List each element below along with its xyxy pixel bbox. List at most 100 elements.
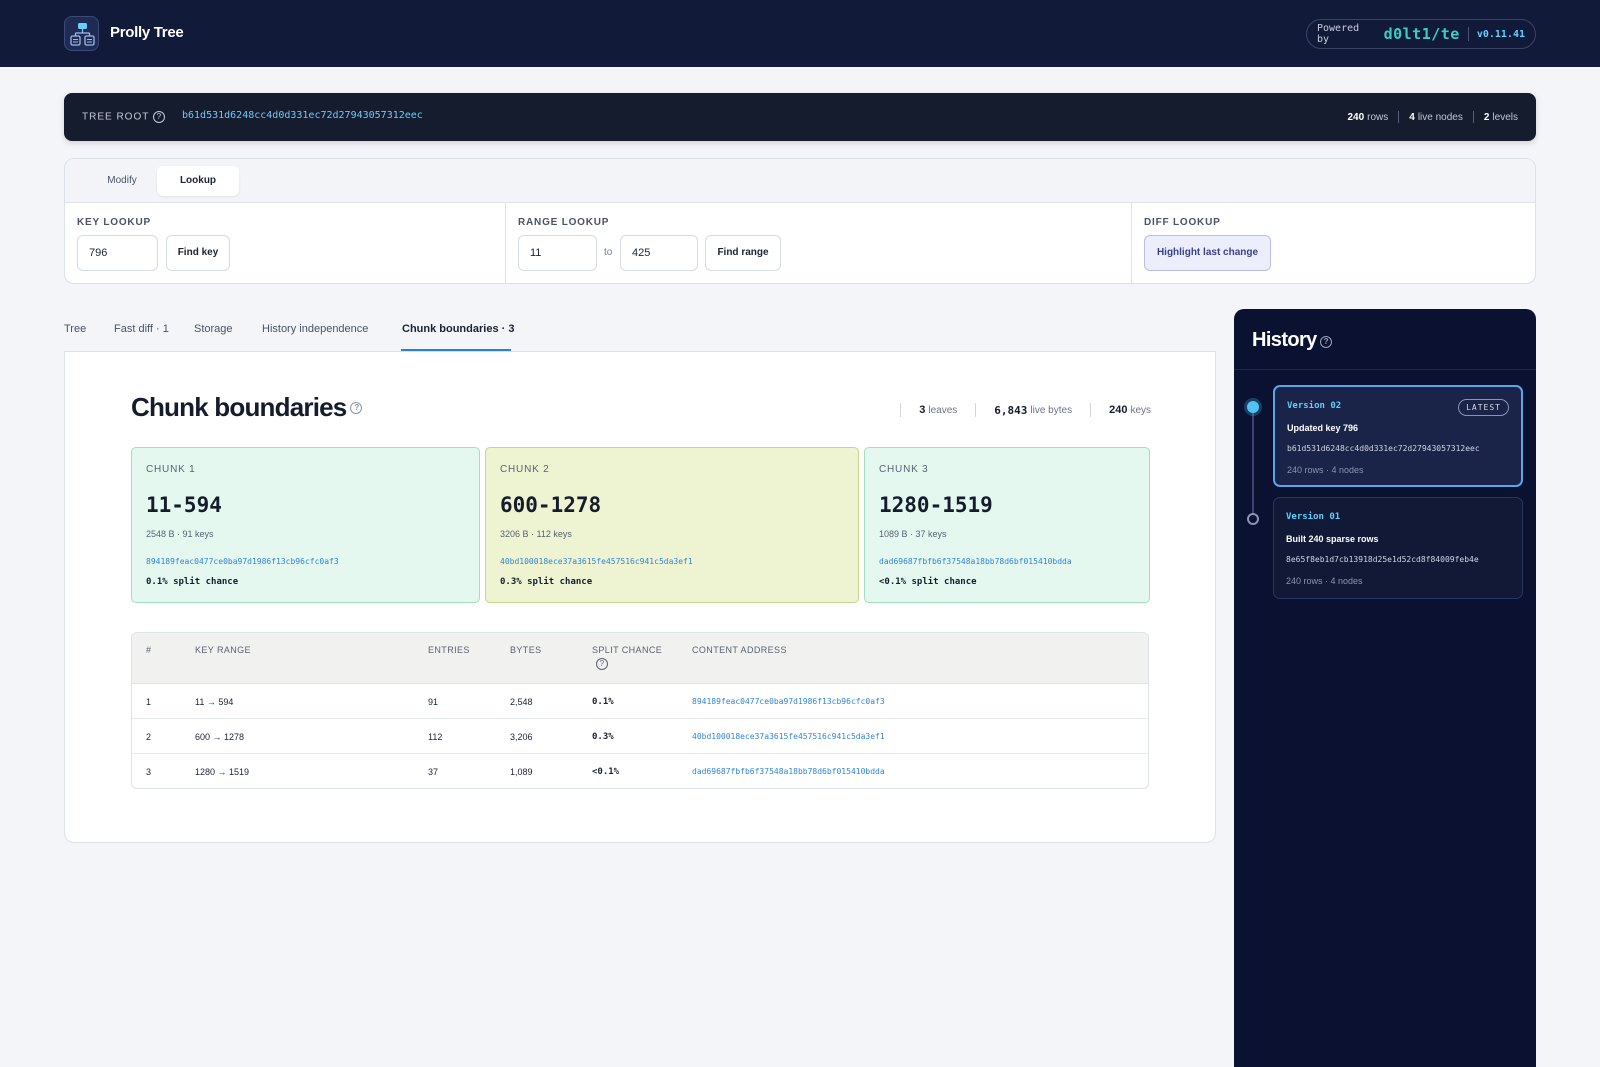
cell-key-range: 1280 → 1519	[195, 767, 250, 777]
chunk-card[interactable]: CHUNK 3 1280-1519 1089 B · 37 keys dad69…	[864, 447, 1150, 603]
tab-history-independence[interactable]: History independence	[262, 323, 368, 335]
divider	[1090, 403, 1092, 417]
cell-content-address[interactable]: 894189feac0477ce0ba97d1986f13cb96cfc0af3	[692, 697, 885, 706]
tree-root-label: TREE ROOT?	[82, 111, 166, 123]
brand-logo: d0lt1/te	[1383, 25, 1460, 43]
chunk-meta: 3206 B · 112 keys	[500, 529, 572, 539]
range-lookup-title: RANGE LOOKUP	[518, 217, 610, 228]
chunk-boundaries-heading: Chunk boundaries?	[131, 392, 363, 423]
chunk-card[interactable]: CHUNK 1 11-594 2548 B · 91 keys 894189fe…	[131, 447, 480, 603]
divider	[1467, 27, 1469, 41]
cell-split-chance: 0.1%	[592, 697, 614, 707]
version-hash: b61d531d6248cc4d0d331ec72d27943057312eec	[1287, 444, 1480, 453]
version-name: Version 02	[1287, 401, 1342, 411]
chunk-boundaries-title: Chunk boundaries	[131, 392, 347, 422]
history-title: History	[1252, 329, 1317, 351]
divider	[1234, 369, 1536, 370]
find-key-button[interactable]: Find key	[166, 235, 230, 271]
tab-lookup[interactable]: Lookup	[157, 166, 239, 196]
diff-lookup-title: DIFF LOOKUP	[1144, 217, 1221, 228]
timeline-line	[1252, 407, 1254, 517]
help-icon[interactable]: ?	[153, 111, 166, 123]
cell-content-address[interactable]: dad69687fbfb6f37548a18bb78d6bf015410bdda	[692, 767, 885, 776]
version-card[interactable]: Version 01 Built 240 sparse rows 8e65f8e…	[1273, 497, 1523, 599]
tab-tree[interactable]: Tree	[64, 323, 86, 335]
split-chance-header-label: SPLIT CHANCE	[592, 645, 663, 655]
live-nodes-count: 4	[1409, 111, 1415, 123]
divider	[1398, 111, 1400, 123]
chunk-boundaries-panel: Chunk boundaries? 3 leaves 6,843 live byte…	[64, 351, 1216, 843]
latest-badge: LATEST	[1458, 399, 1509, 416]
chunk-meta: 1089 B · 37 keys	[879, 529, 947, 539]
controls-tabs: Modify Lookup	[65, 159, 1535, 203]
chunk-meta: 2548 B · 91 keys	[146, 529, 214, 539]
range-to-label: to	[604, 247, 613, 258]
column-header-split-chance: SPLIT CHANCE ?	[592, 645, 662, 670]
cell-bytes: 1,089	[510, 767, 533, 777]
keys-count: 240	[1109, 404, 1128, 416]
chunk-label: CHUNK 3	[879, 464, 929, 475]
tree-logo-icon	[64, 16, 99, 51]
cell-number: 1	[146, 697, 152, 707]
rows-label: rows	[1367, 111, 1389, 123]
tree-root-hash[interactable]: b61d531d6248cc4d0d331ec72d27943057312eec	[182, 110, 423, 121]
diff-lookup-section: DIFF LOOKUP Highlight last change	[1131, 203, 1535, 283]
table-row[interactable]: 1 11 → 594 91 2,548 0.1% 894189feac0477c…	[132, 684, 1148, 719]
app-title: Prolly Tree	[110, 24, 184, 41]
tab-storage[interactable]: Storage	[194, 323, 233, 335]
powered-by-badge[interactable]: Powered by d0lt1/te v0.11.41	[1306, 19, 1536, 49]
chunk-hash[interactable]: 894189feac0477ce0ba97d1986f13cb96cfc0af3	[146, 557, 339, 566]
top-bar: Prolly Tree Powered by d0lt1/te v0.11.41	[0, 0, 1600, 67]
timeline-dot-active	[1247, 401, 1259, 413]
keys-label: keys	[1130, 404, 1151, 416]
version-description: Updated key 796	[1287, 423, 1359, 433]
history-panel: History? Version 02 LATEST Updated key 7…	[1234, 309, 1536, 1067]
highlight-last-change-button[interactable]: Highlight last change	[1144, 235, 1271, 271]
tab-modify[interactable]: Modify	[79, 166, 165, 196]
chunk-range: 600-1278	[500, 493, 602, 517]
range-to-input[interactable]: 425	[620, 235, 698, 271]
rows-count: 240	[1347, 111, 1365, 123]
chunk-range: 1280-1519	[879, 493, 993, 517]
chunk-hash[interactable]: dad69687fbfb6f37548a18bb78d6bf015410bdda	[879, 557, 1072, 566]
table-header: # KEY RANGE ENTRIES BYTES SPLIT CHANCE ?…	[132, 633, 1148, 684]
column-header-bytes: BYTES	[510, 645, 542, 655]
cell-entries: 91	[428, 697, 439, 707]
column-header-content-address: CONTENT ADDRESS	[692, 645, 787, 655]
key-lookup-title: KEY LOOKUP	[77, 217, 151, 228]
version-hash: 8e65f8eb1d7cb13918d25e1d52cd8f84009feb4e	[1286, 555, 1479, 564]
help-icon[interactable]: ?	[596, 658, 608, 670]
find-range-button[interactable]: Find range	[705, 235, 781, 271]
chunk-label: CHUNK 2	[500, 464, 550, 475]
column-header-number: #	[146, 645, 152, 655]
tree-root-label-text: TREE ROOT	[82, 111, 150, 123]
key-lookup-input[interactable]: 796	[77, 235, 158, 271]
chunk-split-chance: <0.1% split chance	[879, 577, 977, 587]
range-lookup-section: RANGE LOOKUP 11 to 425 Find range	[505, 203, 1131, 283]
divider	[900, 403, 902, 417]
help-icon[interactable]: ?	[1319, 336, 1332, 348]
version-card[interactable]: Version 02 LATEST Updated key 796 b61d53…	[1273, 385, 1523, 487]
chunk-hash[interactable]: 40bd100018ece37a3615fe457516c941c5da3ef1	[500, 557, 693, 566]
levels-count: 2	[1483, 111, 1490, 123]
tab-chunk-boundaries[interactable]: Chunk boundaries · 3	[402, 323, 514, 335]
cell-content-address[interactable]: 40bd100018ece37a3615fe457516c941c5da3ef1	[692, 732, 885, 741]
table-row[interactable]: 3 1280 → 1519 37 1,089 <0.1% dad69687fbf…	[132, 754, 1148, 788]
chunk-label: CHUNK 1	[146, 464, 196, 475]
tree-root-stats: 240 rows 4 live nodes 2 levels	[1347, 111, 1518, 123]
help-icon[interactable]: ?	[350, 402, 363, 414]
levels-label: levels	[1492, 111, 1518, 123]
cell-bytes: 3,206	[510, 732, 533, 742]
table-row[interactable]: 2 600 → 1278 112 3,206 0.3% 40bd100018ec…	[132, 719, 1148, 754]
divider	[1472, 111, 1474, 123]
range-from-input[interactable]: 11	[518, 235, 597, 271]
cell-split-chance: 0.3%	[592, 732, 614, 742]
cell-key-range: 11 → 594	[195, 697, 234, 707]
chunk-card[interactable]: CHUNK 2 600-1278 3206 B · 112 keys 40bd1…	[485, 447, 859, 603]
cell-bytes: 2,548	[510, 697, 533, 707]
live-bytes-count: 6,843	[994, 403, 1028, 417]
chunk-split-chance: 0.1% split chance	[146, 577, 239, 587]
leaves-count: 3	[919, 404, 926, 416]
version-meta: 240 rows · 4 nodes	[1287, 465, 1364, 475]
tab-fast-diff[interactable]: Fast diff · 1	[114, 323, 169, 335]
